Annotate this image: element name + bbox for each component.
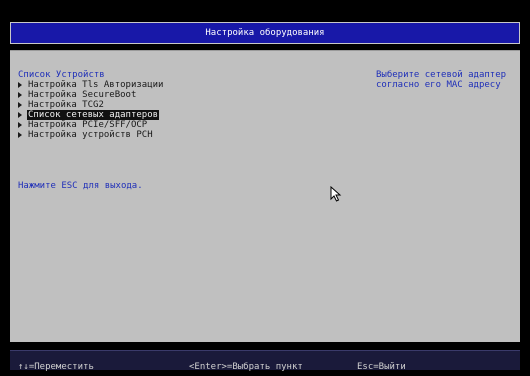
triangle-right-icon [18, 92, 22, 98]
menu-item-network-adapters[interactable]: Список сетевых адаптеров [18, 110, 348, 120]
title-bar: Настройка оборудования [10, 22, 520, 44]
menu-item-label: Настройка SecureBoot [28, 90, 137, 100]
triangle-right-icon [18, 112, 22, 118]
key-help-bar: ↑↓=Переместить <Enter>=Выбрать пункт Esc… [10, 350, 520, 372]
device-list: Список Устройств Настройка Tls Авторизац… [18, 70, 348, 140]
menu-item-secureboot[interactable]: Настройка SecureBoot [18, 90, 348, 100]
exit-hint: Нажмите ESC для выхода. [18, 181, 143, 191]
triangle-right-icon [18, 132, 22, 138]
menu-item-label: Настройка TCG2 [28, 100, 104, 110]
section-title: Список Устройств [18, 70, 105, 80]
menu-item-label: Настройка Tls Авторизации [28, 80, 164, 90]
menu-item-tcg2[interactable]: Настройка TCG2 [18, 100, 348, 110]
help-text-line-1: Выберите сетевой адаптер [376, 70, 507, 80]
triangle-right-icon [18, 102, 22, 108]
help-enter: <Enter>=Выбрать пункт [189, 362, 303, 372]
help-move: ↑↓=Переместить [18, 362, 94, 372]
mouse-pointer-icon [330, 186, 342, 202]
help-esc: Esc=Выйти [357, 362, 406, 372]
menu-item-pcie-sff-ocp[interactable]: Настройка PCIe/SFF/OCP [18, 120, 348, 130]
menu-item-label: Настройка устройств PCH [28, 130, 153, 140]
menu-item-tls-auth[interactable]: Настройка Tls Авторизации [18, 80, 348, 90]
page-title: Настройка оборудования [205, 28, 325, 38]
menu-item-pch-devices[interactable]: Настройка устройств PCH [18, 130, 348, 140]
help-panel: Выберите сетевой адаптер согласно его MA… [376, 70, 516, 90]
main-panel: Список Устройств Настройка Tls Авторизац… [10, 50, 520, 342]
bios-screen: Настройка оборудования Список Устройств … [0, 0, 530, 376]
menu-item-label: Настройка PCIe/SFF/OCP [28, 120, 148, 130]
triangle-right-icon [18, 122, 22, 128]
menu-item-label: Список сетевых адаптеров [27, 110, 160, 120]
help-text-line-2: согласно его MAC адресу [376, 80, 501, 90]
triangle-right-icon [18, 82, 22, 88]
